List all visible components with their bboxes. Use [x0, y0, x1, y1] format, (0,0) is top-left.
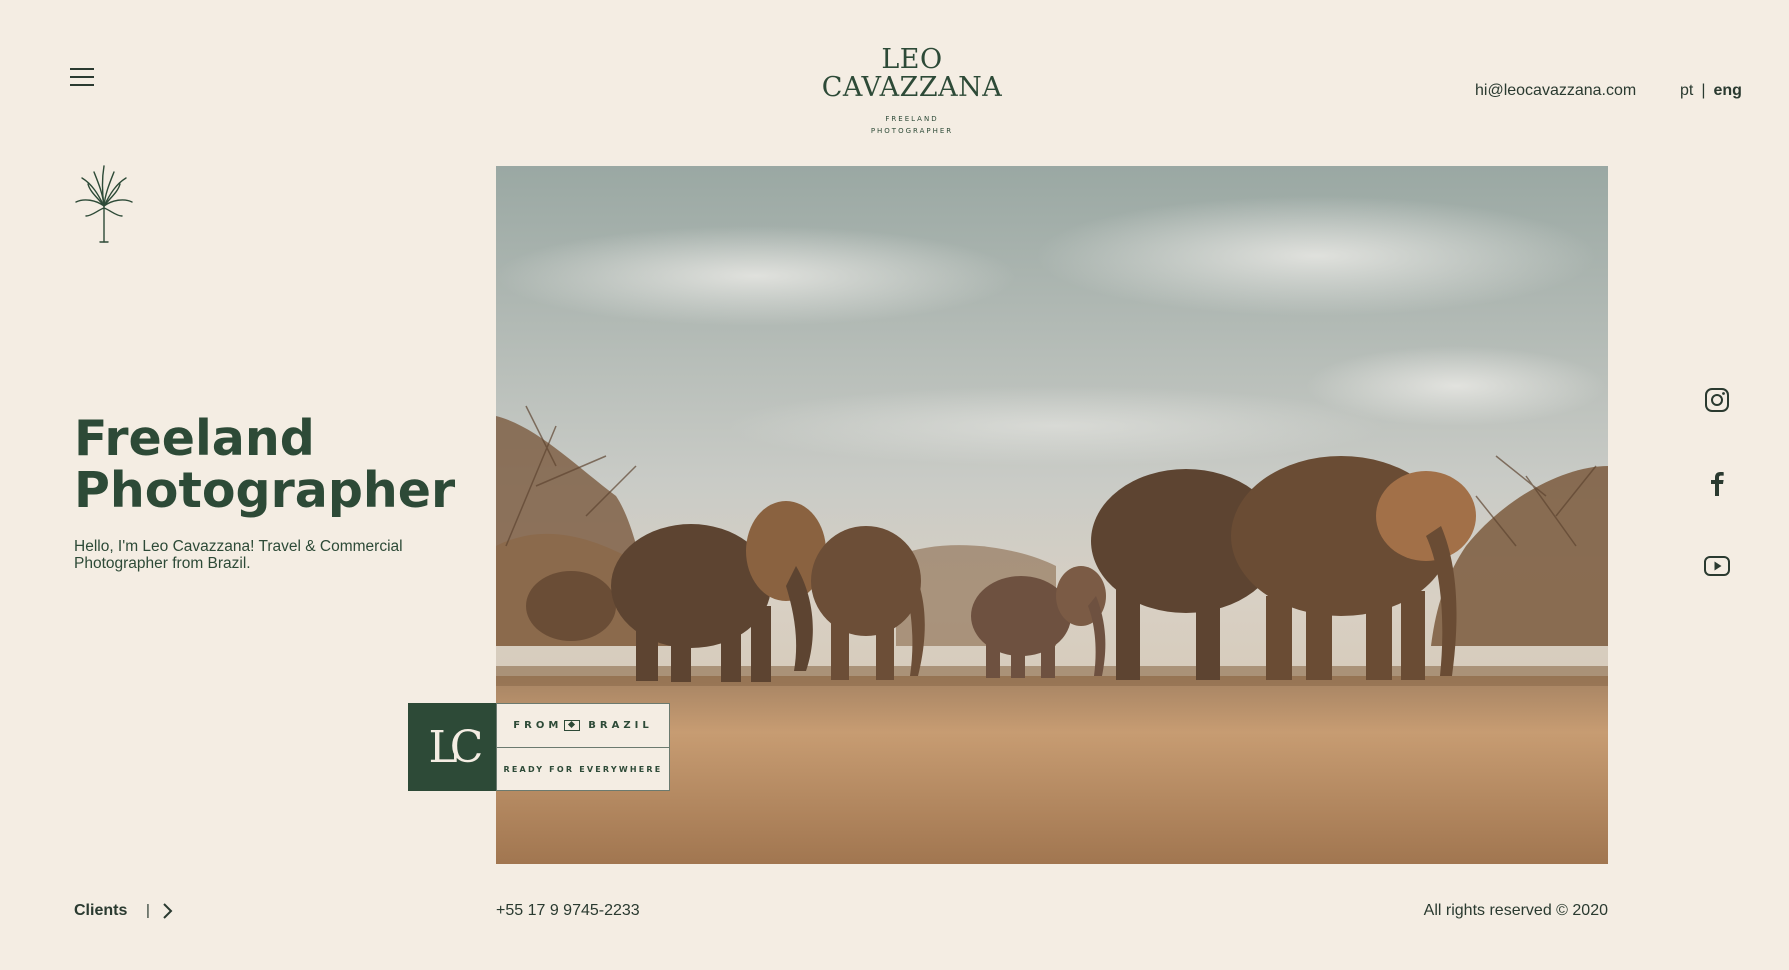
lang-pt-link[interactable]: pt — [1680, 82, 1693, 99]
badge-text-box: FROM BRAZIL READY FOR EVERYWHERE — [496, 703, 670, 791]
menu-icon[interactable] — [70, 68, 94, 88]
intro-text: Hello, I'm Leo Cavazzana! Travel & Comme… — [74, 538, 403, 572]
logo-subtitle-2: PHOTOGRAPHER — [870, 127, 954, 135]
from-brazil-badge: LC FROM BRAZIL READY FOR EVERYWHERE — [408, 703, 670, 791]
site-logo[interactable]: LEO CAVAZZANA FREELAND PHOTOGRAPHER — [812, 46, 1012, 137]
email-link[interactable]: hi@leocavazzana.com — [1475, 82, 1636, 100]
badge-origin: FROM BRAZIL — [497, 704, 669, 748]
monogram-logo: LC — [408, 703, 496, 791]
badge-slogan: READY FOR EVERYWHERE — [503, 764, 663, 774]
badge-from-text: FROM — [513, 720, 563, 731]
clients-separator: | — [146, 902, 150, 919]
copyright-text: All rights reserved © 2020 — [1423, 902, 1608, 919]
page-title: Freeland Photographer — [74, 410, 456, 519]
facebook-icon[interactable] — [1704, 470, 1730, 496]
youtube-icon[interactable] — [1704, 553, 1730, 579]
lang-separator: | — [1701, 82, 1706, 99]
brazil-flag-icon — [564, 720, 581, 731]
logo-last-name: CAVAZZANA — [821, 72, 1003, 103]
logo-subtitle-1: FREELAND — [885, 115, 939, 123]
language-switcher: pt | eng — [1680, 82, 1742, 100]
logo-first-name: LEO — [881, 44, 943, 75]
palm-tree-icon — [75, 165, 133, 243]
instagram-icon[interactable] — [1704, 387, 1730, 413]
lang-eng-link[interactable]: eng — [1714, 82, 1742, 99]
chevron-right-icon[interactable] — [160, 902, 176, 920]
badge-country-text: BRAZIL — [588, 720, 653, 731]
clients-link[interactable]: Clients — [74, 902, 127, 920]
phone-number[interactable]: +55 17 9 9745-2233 — [496, 902, 640, 920]
